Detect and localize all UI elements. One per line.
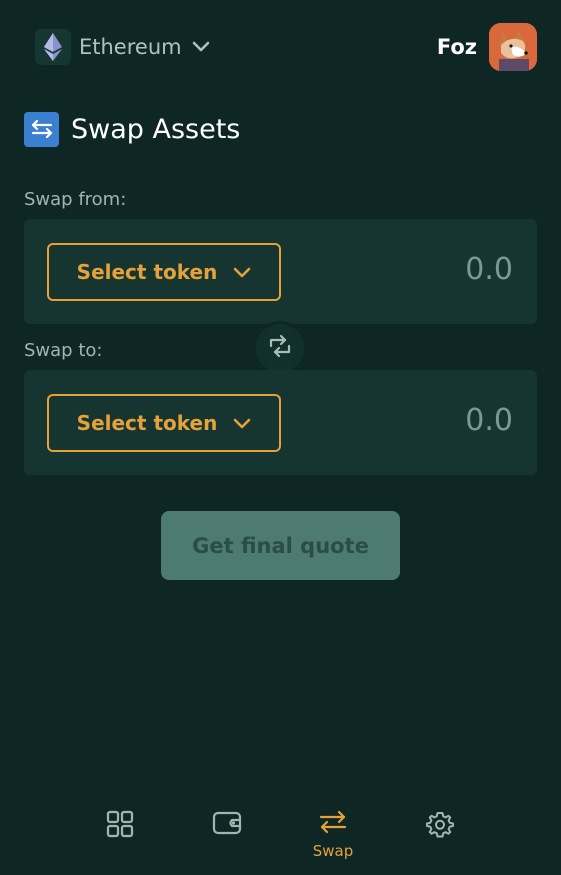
page-header: Swap Assets bbox=[24, 111, 240, 147]
nav-dashboard[interactable] bbox=[90, 810, 150, 866]
swap-to-select-token-button[interactable]: Select token bbox=[47, 394, 281, 452]
chevron-down-icon bbox=[233, 411, 251, 435]
network-label: Ethereum bbox=[79, 35, 182, 59]
swap-arrows-icon bbox=[24, 111, 59, 147]
chevron-down-icon bbox=[233, 260, 251, 284]
avatar bbox=[489, 23, 537, 71]
swap-to-label: Swap to: bbox=[24, 340, 103, 361]
swap-from-panel: Select token 0.0 bbox=[24, 219, 537, 324]
get-final-quote-button[interactable]: Get final quote bbox=[161, 511, 400, 580]
flip-swap-icon bbox=[267, 334, 293, 362]
swap-to-panel: Select token 0.0 bbox=[24, 370, 537, 475]
account-menu[interactable]: Foz bbox=[437, 23, 537, 71]
nav-swap[interactable]: Swap bbox=[303, 810, 363, 866]
gear-icon bbox=[426, 810, 454, 842]
swap-from-select-token-button[interactable]: Select token bbox=[47, 243, 281, 301]
swap-from-label: Swap from: bbox=[24, 189, 127, 210]
swap-from-amount[interactable]: 0.0 bbox=[373, 252, 513, 287]
nav-settings[interactable] bbox=[410, 810, 470, 866]
swap-icon bbox=[319, 810, 347, 838]
select-token-label: Select token bbox=[76, 260, 218, 284]
select-token-label: Select token bbox=[76, 411, 218, 435]
chevron-down-icon bbox=[192, 41, 210, 53]
nav-swap-label: Swap bbox=[312, 842, 354, 860]
account-name: Foz bbox=[436, 35, 477, 59]
swap-to-amount[interactable]: 0.0 bbox=[373, 403, 513, 438]
grid-icon bbox=[106, 810, 134, 842]
nav-wallet[interactable] bbox=[197, 810, 257, 866]
page-title: Swap Assets bbox=[71, 113, 241, 145]
bottom-nav: Swap bbox=[0, 800, 561, 875]
ethereum-icon bbox=[35, 29, 71, 65]
flip-swap-button[interactable] bbox=[253, 321, 307, 375]
wallet-icon bbox=[212, 810, 242, 840]
header: Ethereum Foz bbox=[0, 0, 561, 96]
network-selector[interactable]: Ethereum bbox=[35, 28, 210, 66]
